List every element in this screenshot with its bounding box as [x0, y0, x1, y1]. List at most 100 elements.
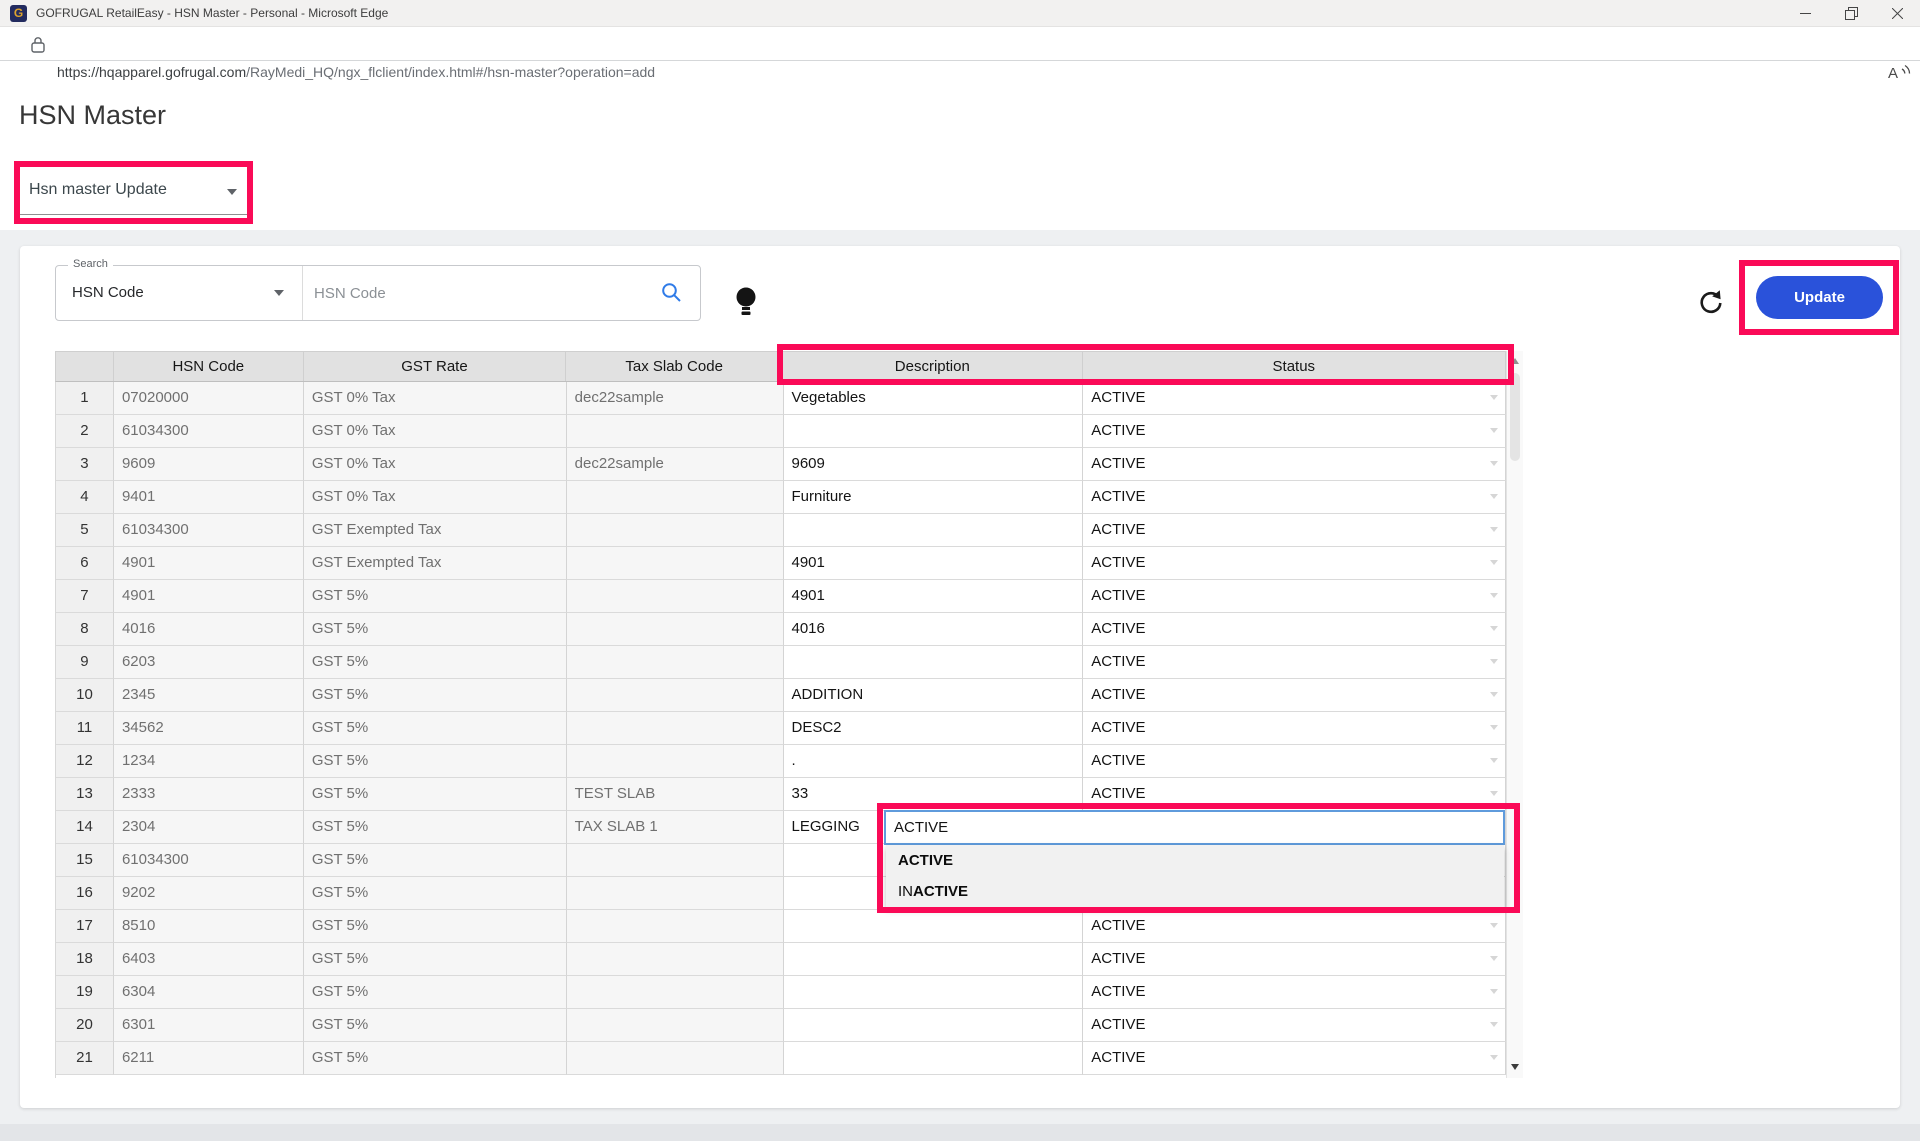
status-option-inactive[interactable]: INACTIVE	[886, 876, 1504, 907]
close-button[interactable]	[1874, 0, 1920, 27]
cell-row-number: 17	[56, 910, 114, 943]
status-option-active[interactable]: ACTIVE	[886, 845, 1504, 876]
cell-description[interactable]: .	[784, 745, 1084, 778]
cell-status[interactable]: ACTIVE	[1083, 976, 1506, 1009]
table-row: 74901GST 5%4901ACTIVE	[56, 580, 1506, 613]
cell-description[interactable]: 33	[784, 778, 1084, 811]
status-option-inactive-prefix: IN	[898, 883, 913, 900]
cell-tax-slab	[567, 976, 784, 1009]
search-divider	[302, 266, 303, 320]
cell-row-number: 11	[56, 712, 114, 745]
minimize-button[interactable]	[1782, 0, 1828, 27]
cell-status[interactable]: ACTIVE	[1083, 448, 1506, 481]
header-cell-description: Description	[783, 352, 1083, 381]
cell-status[interactable]: ACTIVE	[1083, 679, 1506, 712]
search-fieldset: Search HSN Code	[55, 265, 701, 321]
lightbulb-icon[interactable]	[735, 286, 759, 318]
cell-status[interactable]: ACTIVE	[1083, 1009, 1506, 1042]
cell-description[interactable]	[784, 943, 1084, 976]
cell-status[interactable]: ACTIVE	[1083, 382, 1506, 415]
cell-description[interactable]: 4901	[784, 547, 1084, 580]
scroll-down-icon[interactable]	[1511, 1064, 1519, 1070]
cell-tax-slab	[567, 481, 784, 514]
read-aloud-icon[interactable]: A	[1888, 64, 1912, 82]
cell-status[interactable]: ACTIVE	[1083, 580, 1506, 613]
search-icon[interactable]	[661, 282, 682, 303]
header-cell-tax-slab-code: Tax Slab Code	[566, 352, 783, 381]
cell-row-number: 9	[56, 646, 114, 679]
cell-tax-slab	[567, 943, 784, 976]
chevron-down-icon	[1490, 527, 1498, 532]
cell-hsn-code: 6403	[114, 943, 304, 976]
cell-status[interactable]: ACTIVE	[1083, 514, 1506, 547]
cell-status[interactable]: ACTIVE	[1083, 481, 1506, 514]
cell-description[interactable]	[784, 514, 1084, 547]
cell-tax-slab	[567, 547, 784, 580]
cell-row-number: 4	[56, 481, 114, 514]
refresh-icon[interactable]	[1697, 289, 1725, 317]
cell-description[interactable]: 4901	[784, 580, 1084, 613]
chevron-down-icon	[1490, 1055, 1498, 1060]
cell-status[interactable]: ACTIVE	[1083, 547, 1506, 580]
cell-hsn-code: 2333	[114, 778, 304, 811]
cell-status[interactable]: ACTIVE	[1083, 943, 1506, 976]
cell-description[interactable]	[784, 976, 1084, 1009]
table-row: 216211GST 5%ACTIVE	[56, 1042, 1506, 1075]
chevron-down-icon	[274, 290, 284, 296]
cell-description[interactable]	[784, 646, 1084, 679]
cell-hsn-code: 9202	[114, 877, 304, 910]
cell-row-number: 6	[56, 547, 114, 580]
restore-icon	[1845, 7, 1858, 20]
chevron-down-icon	[1490, 758, 1498, 763]
scroll-up-icon[interactable]	[1511, 358, 1519, 364]
cell-status[interactable]: ACTIVE	[1083, 745, 1506, 778]
update-button[interactable]: Update	[1756, 276, 1883, 319]
cell-tax-slab: dec22sample	[567, 382, 784, 415]
cell-tax-slab	[567, 712, 784, 745]
cell-tax-slab	[567, 613, 784, 646]
cell-description[interactable]: 4016	[784, 613, 1084, 646]
cell-description[interactable]: Vegetables	[784, 382, 1084, 415]
cell-description[interactable]	[784, 1009, 1084, 1042]
status-option-inactive-label: ACTIVE	[913, 883, 968, 900]
cell-row-number: 20	[56, 1009, 114, 1042]
cell-description[interactable]	[784, 415, 1084, 448]
cell-status[interactable]: ACTIVE	[1083, 415, 1506, 448]
search-type-value: HSN Code	[72, 284, 144, 301]
chevron-down-icon	[1490, 791, 1498, 796]
cell-status[interactable]: ACTIVE	[1083, 646, 1506, 679]
cell-status[interactable]: ACTIVE	[1083, 778, 1506, 811]
cell-hsn-code: 61034300	[114, 844, 304, 877]
table-scrollbar[interactable]	[1506, 351, 1523, 1078]
cell-status[interactable]: ACTIVE	[1083, 613, 1506, 646]
cell-tax-slab: dec22sample	[567, 448, 784, 481]
cell-status[interactable]: ACTIVE	[1083, 1042, 1506, 1075]
cell-row-number: 21	[56, 1042, 114, 1075]
cell-tax-slab	[567, 1009, 784, 1042]
cell-description[interactable]: ADDITION	[784, 679, 1084, 712]
cell-hsn-code: 07020000	[114, 382, 304, 415]
cell-description[interactable]: 9609	[784, 448, 1084, 481]
cell-gst-rate: GST 0% Tax	[304, 481, 567, 514]
chevron-down-icon	[1490, 626, 1498, 631]
lock-icon	[31, 36, 45, 53]
scrollbar-thumb[interactable]	[1510, 373, 1520, 461]
url-text: https://hqapparel.gofrugal.com/RayMedi_H…	[57, 56, 655, 89]
cell-gst-rate: GST 0% Tax	[304, 382, 567, 415]
cell-description[interactable]: Furniture	[784, 481, 1084, 514]
search-input[interactable]	[314, 267, 654, 319]
operation-select[interactable]: Hsn master Update	[20, 167, 247, 218]
cell-gst-rate: GST 5%	[304, 580, 567, 613]
cell-description[interactable]: DESC2	[784, 712, 1084, 745]
cell-status[interactable]: ACTIVE	[1083, 712, 1506, 745]
cell-description[interactable]	[784, 910, 1084, 943]
table-row: 206301GST 5%ACTIVE	[56, 1009, 1506, 1042]
search-type-select[interactable]: HSN Code	[56, 266, 302, 320]
cell-status[interactable]: ACTIVE	[1083, 910, 1506, 943]
cell-gst-rate: GST 5%	[304, 976, 567, 1009]
cell-row-number: 1	[56, 382, 114, 415]
cell-description[interactable]	[784, 1042, 1084, 1075]
status-select-open[interactable]: ACTIVE	[884, 810, 1505, 845]
restore-button[interactable]	[1828, 0, 1874, 27]
address-bar[interactable]: https://hqapparel.gofrugal.com/RayMedi_H…	[0, 28, 1920, 61]
